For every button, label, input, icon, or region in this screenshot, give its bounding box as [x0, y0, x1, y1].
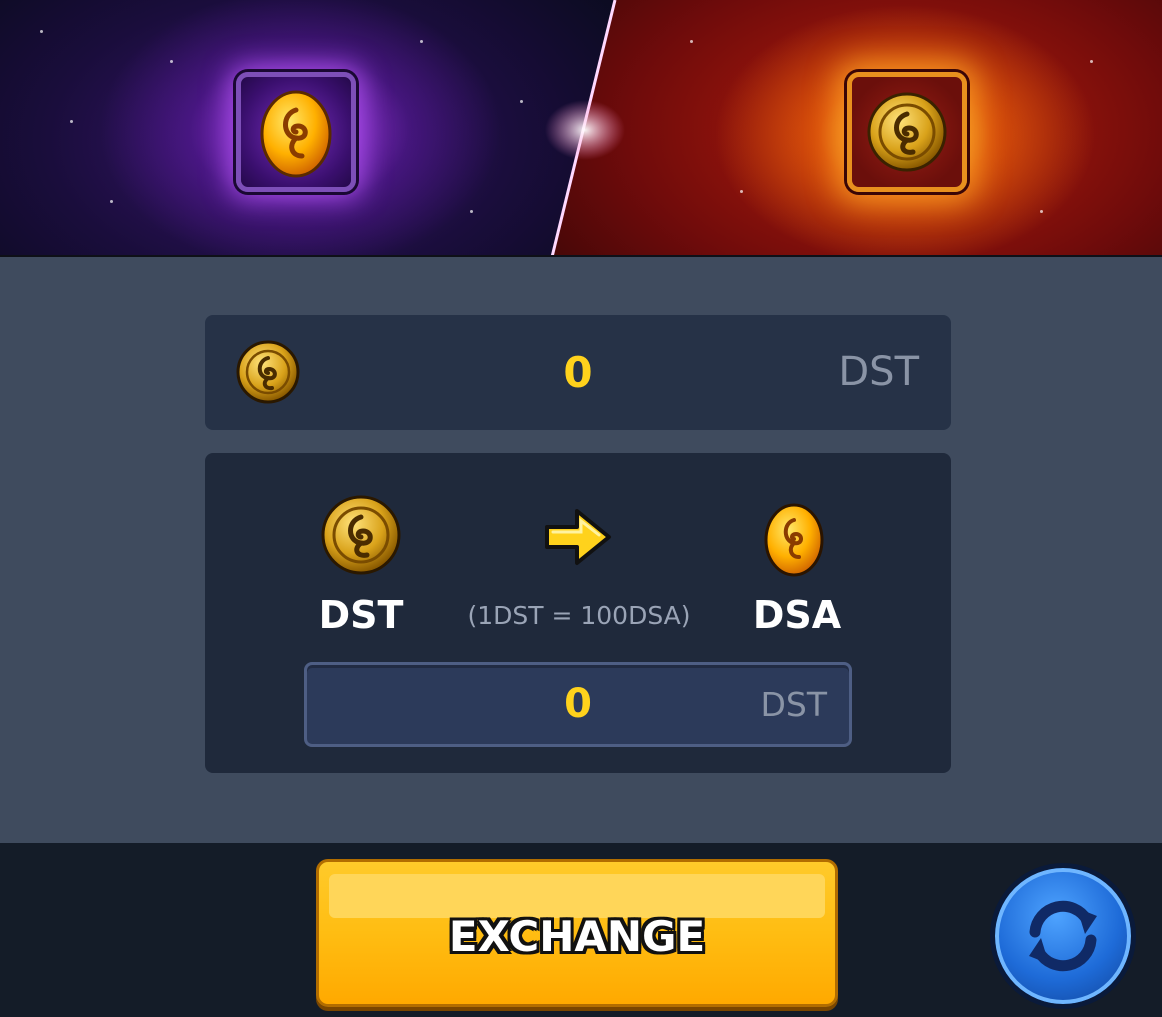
- exchange-rate-label: (1DST = 100DSA): [467, 601, 691, 630]
- exchange-amount-unit: DST: [760, 685, 827, 724]
- banner-divider-icon: [545, 0, 625, 255]
- dst-gold-coin-icon: [867, 92, 947, 172]
- exchange-button-label: EXCHANGE: [448, 912, 706, 961]
- dsa-coin-icon: [764, 503, 824, 577]
- exchange-amount-input[interactable]: 0 DST: [304, 662, 852, 747]
- from-currency-label: DST: [318, 593, 404, 637]
- exchange-card: DST (1DST = 100DSA) DSA 0 DST: [205, 453, 951, 773]
- action-bar: EXCHANGE: [0, 843, 1162, 1017]
- dsa-reward-frame: [236, 72, 356, 192]
- exchange-button[interactable]: EXCHANGE: [316, 859, 838, 1007]
- to-currency-label: DSA: [752, 593, 842, 637]
- banner: [0, 0, 1162, 257]
- dst-coin-icon: [321, 495, 401, 575]
- arrow-right-icon: [545, 509, 611, 565]
- dsa-egg-coin-icon: [260, 90, 332, 178]
- balance-unit: DST: [838, 349, 919, 395]
- dst-reward-frame: [847, 72, 967, 192]
- balance-card: 0 DST: [205, 315, 951, 430]
- refresh-icon: [1029, 900, 1097, 972]
- exchange-panel: 0 DST DST (1DST = 100DSA) DSA 0 DST: [0, 257, 1162, 843]
- refresh-button[interactable]: [990, 863, 1136, 1009]
